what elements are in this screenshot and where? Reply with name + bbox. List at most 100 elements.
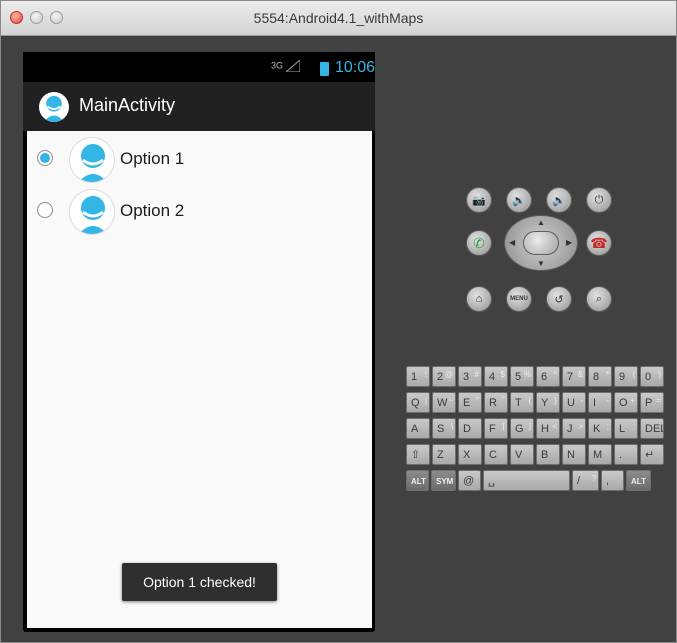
key-7[interactable]: 7 & [562, 366, 586, 387]
key-label: SYM [436, 477, 454, 486]
key-label: Z [437, 449, 444, 461]
back-icon: ↺ [554, 293, 564, 306]
key-label: M [593, 449, 603, 461]
key-alt-label: % [523, 370, 531, 379]
key-o[interactable]: O + [614, 392, 638, 413]
home-button[interactable]: ⌂ [466, 286, 492, 312]
key-alt[interactable]: ALT [626, 470, 651, 491]
key-i[interactable]: I- [588, 392, 612, 413]
key-label: N [567, 449, 575, 461]
dpad-up-icon[interactable]: ▲ [537, 218, 545, 227]
volume-down-button[interactable]: 🔉 [506, 187, 532, 213]
main-screen: Option 1 Option 2 Option 1 checked! [27, 131, 372, 628]
key-alt-label: ( [632, 370, 635, 379]
dpad-right-icon[interactable]: ▶ [566, 238, 572, 247]
key-u[interactable]: U- [562, 392, 586, 413]
emulator-content: 3G 10:06 MainActivity Option 1 Option 2 … [1, 37, 676, 642]
key-v[interactable]: V [510, 444, 534, 465]
end-call-button[interactable]: ☎ [586, 230, 612, 256]
key-label: S [437, 423, 445, 435]
status-bar: 3G 10:06 [23, 52, 375, 82]
key-label: DEL [645, 423, 663, 435]
key-n[interactable]: N [562, 444, 586, 465]
key-t[interactable]: T{ [510, 392, 534, 413]
key-f[interactable]: F[ [484, 418, 508, 439]
app-icon[interactable] [39, 92, 69, 122]
menu-button[interactable]: MENU [506, 286, 532, 312]
key-p[interactable]: P = [640, 392, 664, 413]
key-del[interactable]: DEL [640, 418, 664, 439]
option-row-2[interactable]: Option 2 [27, 187, 372, 235]
option-row-1[interactable]: Option 1 [27, 135, 372, 183]
app-avatar-icon [43, 95, 65, 122]
key-3[interactable]: 3 # [458, 366, 482, 387]
key-alt-label: * [605, 370, 609, 379]
key-x[interactable]: X [458, 444, 482, 465]
key-label: B [541, 449, 549, 461]
call-icon: ✆ [473, 234, 485, 251]
key-6[interactable]: 6 ^ [536, 366, 560, 387]
key-[interactable]: ↵ [640, 444, 664, 465]
key-label: ␣ [488, 475, 495, 487]
key-5[interactable]: 5% [510, 366, 534, 387]
key-[interactable]: . [614, 444, 638, 465]
key-j[interactable]: J > [562, 418, 586, 439]
key-e[interactable]: E " [458, 392, 482, 413]
key-g[interactable]: G] [510, 418, 534, 439]
key-alt[interactable]: ALT [406, 470, 429, 491]
key-s[interactable]: S \ [432, 418, 456, 439]
key-0[interactable]: 0) [640, 366, 664, 387]
back-button[interactable]: ↺ [546, 286, 572, 312]
camera-button[interactable]: 📷 [466, 187, 492, 213]
dpad-center-button[interactable] [523, 231, 559, 255]
key-1[interactable]: 1! [406, 366, 430, 387]
dpad-down-icon[interactable]: ▼ [537, 259, 545, 268]
key-m[interactable]: M [588, 444, 612, 465]
key-[interactable]: ⇧ [406, 444, 430, 465]
key-h[interactable]: H < [536, 418, 560, 439]
key-sym[interactable]: SYM [431, 470, 456, 491]
key-[interactable]: @ [458, 470, 481, 491]
key-[interactable]: /? [572, 470, 599, 491]
key-q[interactable]: Q | [406, 392, 430, 413]
key-alt-label: @ [444, 370, 453, 379]
dpad[interactable]: ▲ ▼ ◀ ▶ [504, 215, 578, 271]
power-button[interactable]: ⏻ [586, 187, 612, 213]
key-y[interactable]: Y} [536, 392, 560, 413]
key-b[interactable]: B [536, 444, 560, 465]
key-label: 6 [541, 371, 548, 383]
key-2[interactable]: 2 @ [432, 366, 456, 387]
key-z[interactable]: Z [432, 444, 456, 465]
key-8[interactable]: 8 * [588, 366, 612, 387]
title-bar: 5554:Android4.1_withMaps [1, 1, 676, 36]
key-[interactable]: , [601, 470, 624, 491]
key-label: 1 [411, 371, 418, 383]
key-label: , [606, 475, 610, 487]
volume-up-button[interactable]: 🔊 [546, 187, 572, 213]
option-1-radio[interactable] [37, 150, 53, 166]
call-button[interactable]: ✆ [466, 230, 492, 256]
key-alt-label: $ [500, 370, 505, 379]
activity-title: MainActivity [79, 95, 176, 115]
key-9[interactable]: 9( [614, 366, 638, 387]
key-alt-label: < [552, 422, 557, 431]
dpad-left-icon[interactable]: ◀ [509, 238, 515, 247]
key-c[interactable]: C [484, 444, 508, 465]
key-r[interactable]: R ` [484, 392, 508, 413]
key-label: L [619, 423, 626, 435]
key-k[interactable]: K; [588, 418, 612, 439]
key-alt-label: ! [424, 370, 427, 379]
key-alt-label: & [577, 370, 583, 379]
key-label: ⇧ [411, 449, 421, 461]
key-d[interactable]: D [458, 418, 482, 439]
key-[interactable]: ␣ [483, 470, 570, 491]
option-2-radio[interactable] [37, 202, 53, 218]
status-time: 10:06 [335, 59, 376, 76]
key-4[interactable]: 4 $ [484, 366, 508, 387]
key-label: V [515, 449, 523, 461]
key-l[interactable]: L: [614, 418, 638, 439]
key-label: ALT [411, 477, 426, 486]
key-a[interactable]: A [406, 418, 430, 439]
search-button[interactable]: ⌕ [586, 286, 612, 312]
key-w[interactable]: W ~ [432, 392, 456, 413]
